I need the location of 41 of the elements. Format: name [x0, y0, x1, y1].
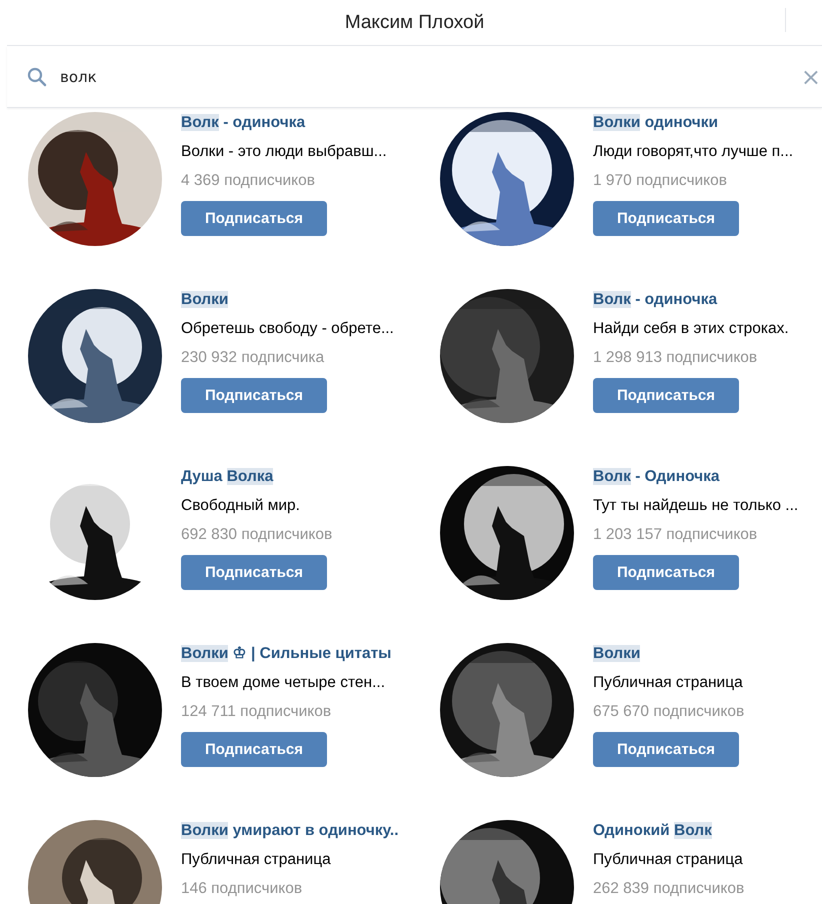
subscribe-button[interactable]: Подписаться	[593, 732, 739, 767]
search-icon	[27, 66, 47, 86]
group-description: Люди говорят,что лучше п...	[593, 142, 794, 162]
group-name[interactable]: Волки	[181, 289, 228, 311]
group-name[interactable]: Волки ♔ | Сильные цитаты	[181, 643, 392, 665]
subscriber-count: 692 830 подписчиков	[181, 525, 332, 545]
group-name[interactable]: Душа Волка	[181, 466, 274, 488]
subscriber-count: 4 369 подписчиков	[181, 171, 315, 191]
group-description: Обретешь свободу - обрете...	[181, 319, 394, 339]
group-description: Свободный мир.	[181, 496, 300, 516]
group-description: В твоем доме четыре стен...	[181, 673, 385, 693]
group-name[interactable]: Волки	[593, 643, 640, 665]
group-name[interactable]: Волк - одиночка	[181, 112, 306, 134]
group-description: Публичная страница	[593, 673, 743, 693]
search-field[interactable]: волк ×	[7, 46, 822, 108]
group-name[interactable]: Волк - одиночка	[593, 289, 718, 311]
group-description: Волки - это люди выбравш...	[181, 142, 387, 162]
group-name[interactable]: Волки умирают в одиночку..	[181, 820, 399, 842]
group-name[interactable]: Волк - Одиночка	[593, 466, 720, 488]
group-description: Найди себя в этих строках.	[593, 319, 789, 339]
subscriber-count: 230 932 подписчика	[181, 348, 324, 368]
subscribe-button[interactable]: Подписаться	[181, 732, 327, 767]
group-description: Публичная страница	[181, 850, 331, 870]
group-description: Публичная страница	[593, 850, 743, 870]
page-title: Максим Плохой	[344, 12, 484, 34]
group-name[interactable]: Одинокий Волк	[593, 820, 712, 842]
subscriber-count: 1 203 157 подписчиков	[593, 525, 758, 545]
subscriber-count: 262 839 подписчиков	[593, 879, 744, 899]
subscriber-count: 675 670 подписчиков	[593, 702, 744, 722]
subscriber-count: 146 подписчиков	[181, 879, 302, 899]
subscriber-count: 1 298 913 подписчиков	[593, 348, 758, 368]
subscribe-button[interactable]: Подписаться	[181, 378, 327, 413]
subscribe-button[interactable]: Подписаться	[593, 555, 739, 590]
subscribe-button[interactable]: Подписаться	[593, 201, 739, 236]
group-description: Тут ты найдешь не только ...	[593, 496, 798, 516]
subscriber-count: 124 711 подписчиков	[181, 702, 332, 722]
subscriber-count: 1 970 подписчиков	[593, 171, 727, 191]
subscribe-button[interactable]: Подписаться	[593, 378, 739, 413]
subscribe-button[interactable]: Подписаться	[181, 201, 327, 236]
subscribe-button[interactable]: Подписаться	[181, 555, 327, 590]
group-name[interactable]: Волки одиночки	[593, 112, 718, 134]
